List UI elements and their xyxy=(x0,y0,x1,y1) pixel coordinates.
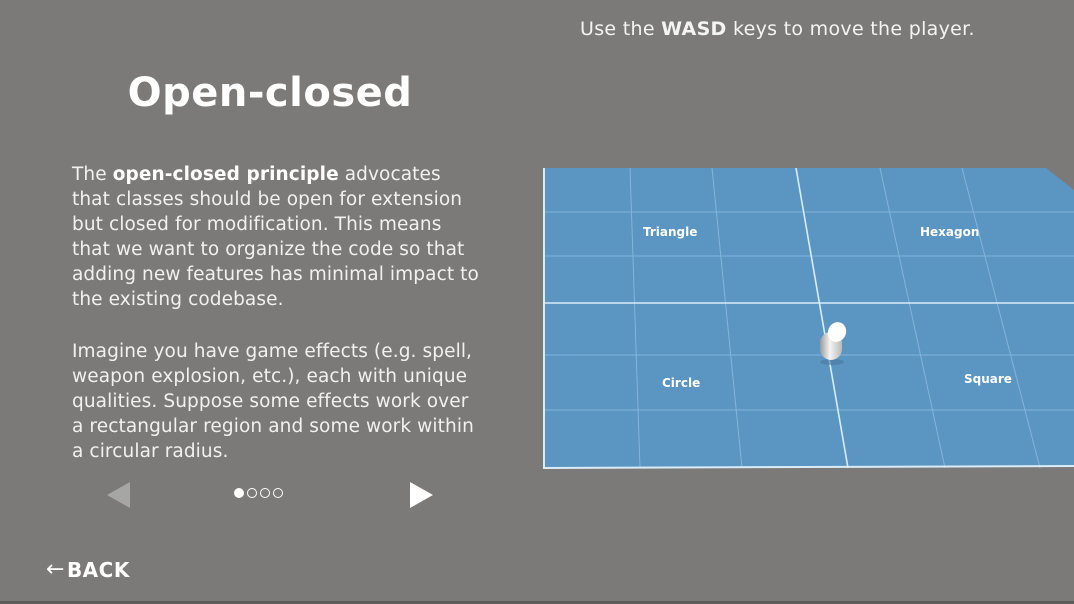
zone-label-triangle: Triangle xyxy=(643,225,697,239)
para1-rest: advocates that classes should be open fo… xyxy=(72,164,479,310)
zone-label-circle: Circle xyxy=(662,376,700,390)
back-arrow-icon: ← xyxy=(46,557,65,582)
page-title: Open-closed xyxy=(127,70,413,116)
para1-emphasis: open-closed principle xyxy=(112,164,339,185)
controls-instruction: Use the WASD keys to move the player. xyxy=(580,18,975,40)
previous-page-button[interactable] xyxy=(107,482,130,508)
instruction-keys: WASD xyxy=(661,18,727,40)
back-label: BACK xyxy=(66,557,130,582)
next-page-button[interactable] xyxy=(410,482,433,508)
zone-label-square: Square xyxy=(964,372,1012,386)
description-paragraph-2: Imagine you have game effects (e.g. spel… xyxy=(72,341,474,462)
instruction-prefix: Use the xyxy=(580,18,662,40)
page-dot-4[interactable] xyxy=(273,488,283,498)
page-indicator xyxy=(234,488,283,498)
game-screen: Use the WASD keys to move the player. Op… xyxy=(0,0,1074,604)
page-dot-2[interactable] xyxy=(247,488,257,498)
page-dot-3[interactable] xyxy=(260,488,270,498)
para1-lead: The xyxy=(72,164,113,185)
description-paragraph-1: The open-closed principle advocates that… xyxy=(72,162,482,312)
page-dot-1[interactable] xyxy=(234,488,244,498)
instruction-suffix: keys to move the player. xyxy=(726,18,975,40)
floor-plane xyxy=(544,168,1074,468)
zone-label-hexagon: Hexagon xyxy=(920,225,979,239)
back-button[interactable]: ← BACK xyxy=(46,557,130,582)
